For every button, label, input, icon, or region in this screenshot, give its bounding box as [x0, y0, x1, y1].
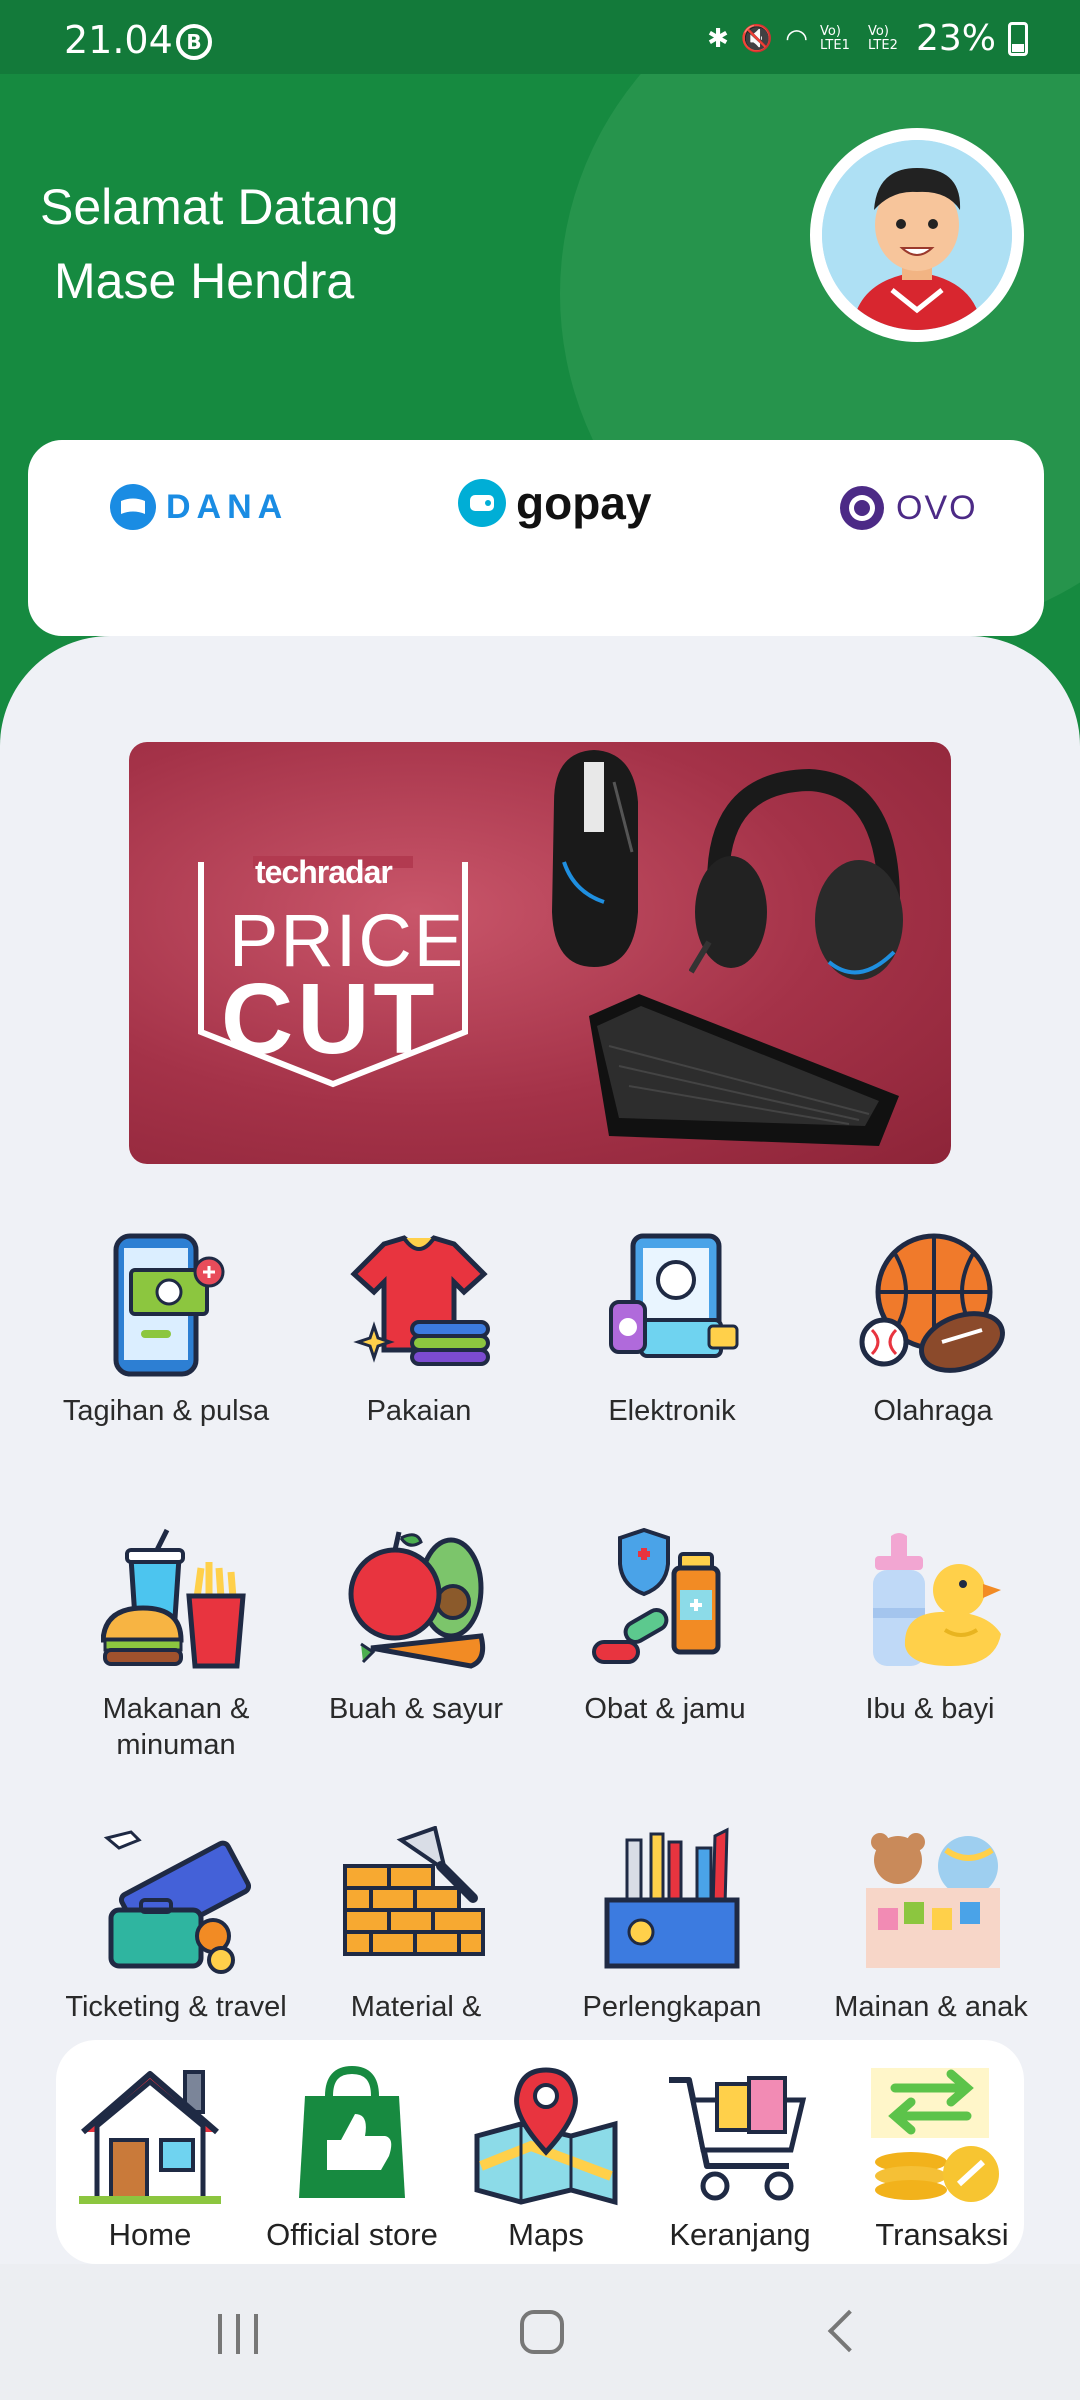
mute-icon: 🔇 — [740, 23, 774, 54]
nav-label: Home — [108, 2217, 192, 2252]
gopay-logo-icon — [458, 479, 506, 527]
greeting-line1: Selamat Datang — [40, 179, 399, 235]
nav-official-store[interactable]: Official store — [252, 2065, 452, 2253]
cart-icon — [669, 2076, 807, 2201]
category-label: Perlengkapan ATK — [582, 1991, 762, 2023]
ticket-travel-icon — [103, 1830, 252, 1974]
signal-2-icon: Vo) LTE2 — [867, 23, 898, 53]
wallet-name: OVO — [896, 488, 978, 527]
category-tagihan-pulsa[interactable]: Tagihan & pulsa — [51, 1230, 281, 1429]
status-time: 21.04 — [64, 18, 173, 62]
sports-balls-icon — [859, 1233, 1005, 1373]
category-label: Material & perkakas — [350, 1991, 482, 2023]
category-label: Mainan & anak — [834, 1991, 1028, 2023]
bottom-navigation: Home Official store Maps Keranjang Trans… — [56, 2040, 1024, 2264]
category-olahraga[interactable]: Olahraga — [818, 1230, 1048, 1429]
wallet-ovo[interactable]: OVO — [838, 484, 978, 532]
b-notification-icon: B — [176, 24, 212, 60]
avatar-image — [822, 140, 1012, 330]
category-label: Ibu & bayi — [865, 1693, 995, 1725]
ovo-logo-icon — [840, 486, 884, 530]
fruit-vegetable-icon — [348, 1531, 486, 1669]
nav-label: Transaksi — [875, 2217, 1009, 2252]
recent-apps-button[interactable] — [218, 2314, 258, 2354]
category-label: Elektronik — [608, 1395, 736, 1427]
home-button[interactable] — [520, 2310, 564, 2354]
stationery-icon — [604, 1827, 740, 1969]
wallet-name: DANA — [166, 487, 289, 526]
category-material-perkakas[interactable]: Material & perkakas — [301, 1825, 531, 2025]
wallet-dana[interactable]: DANA — [110, 484, 288, 530]
banner-line2: CUT — [221, 963, 439, 1075]
category-mainan-anak[interactable]: Mainan & anak — [816, 1826, 1046, 2025]
category-buah-sayur[interactable]: Buah & sayur — [301, 1528, 531, 1727]
headset-image — [689, 768, 903, 980]
nav-keranjang[interactable]: Keranjang — [640, 2066, 840, 2253]
fast-food-icon — [100, 1528, 246, 1669]
category-obat-jamu[interactable]: Obat & jamu — [550, 1527, 780, 1727]
home-icon — [79, 2070, 221, 2204]
back-button[interactable] — [827, 2309, 871, 2353]
wallet-card: DANA gopay OVO — [28, 440, 1044, 636]
baby-bottle-duck-icon — [873, 1533, 1001, 1666]
category-pakaian[interactable]: Pakaian — [304, 1230, 534, 1429]
wallet-name: gopay — [516, 477, 652, 529]
status-bar: 21.04 B ✱ 🔇 ◠ Vo) LTE1 Vo) LTE2 23% — [0, 0, 1080, 74]
nav-label: Official store — [266, 2217, 438, 2252]
battery-percent: 23% — [915, 18, 996, 59]
category-label: Ticketing & travel — [65, 1991, 287, 2023]
gaming-mouse-image — [552, 750, 638, 967]
greeting-user-name: Mase Hendra — [54, 253, 355, 309]
nav-transaksi[interactable]: Transaksi — [842, 2066, 1042, 2253]
nav-label: Maps — [508, 2217, 584, 2252]
nav-home[interactable]: Home — [50, 2066, 250, 2253]
wifi-icon: ◠ — [785, 23, 808, 54]
dana-logo-icon — [110, 484, 156, 530]
signal-1-icon: Vo) LTE1 — [819, 23, 850, 53]
category-label: Olahraga — [873, 1395, 993, 1427]
wallet-gopay[interactable]: gopay — [458, 476, 651, 530]
nav-label: Keranjang — [669, 2217, 811, 2252]
category-ibu-bayi[interactable]: Ibu & bayi — [815, 1528, 1045, 1727]
greeting: Selamat Datang Mase Hendra — [40, 170, 399, 318]
category-label: Buah & sayur — [328, 1693, 504, 1725]
category-elektronik[interactable]: Elektronik — [557, 1230, 787, 1429]
clothes-icon — [350, 1235, 490, 1366]
promo-banner[interactable]: techradar PRICE CUT — [129, 742, 951, 1164]
nav-maps[interactable]: Maps — [446, 2066, 646, 2253]
electronics-icon — [609, 1233, 739, 1358]
category-label: Pakaian — [366, 1395, 472, 1427]
battery-icon — [1008, 21, 1028, 56]
system-navigation-bar — [0, 2264, 1080, 2400]
keyboard-image — [589, 994, 899, 1146]
bluetooth-icon: ✱ — [707, 23, 729, 54]
banner-brand: techradar — [255, 854, 393, 890]
bricks-trowel-icon — [343, 1825, 485, 1956]
category-makanan-minuman[interactable]: Makanan & minuman — [61, 1528, 291, 1763]
category-ticketing-travel[interactable]: Ticketing & travel — [61, 1826, 291, 2025]
category-label: Tagihan & pulsa — [62, 1395, 270, 1427]
map-pin-icon — [474, 2067, 618, 2206]
category-label: Makanan & minuman — [102, 1693, 250, 1761]
transaction-icon — [871, 2068, 999, 2202]
category-label: Obat & jamu — [584, 1693, 746, 1725]
category-perlengkapan-atk[interactable]: Perlengkapan ATK — [557, 1826, 787, 2025]
medicine-icon — [592, 1527, 721, 1664]
phone-bill-icon — [113, 1233, 225, 1377]
shopping-bag-icon — [299, 2065, 405, 2198]
toys-icon — [866, 1833, 1000, 1968]
avatar[interactable] — [810, 128, 1024, 342]
